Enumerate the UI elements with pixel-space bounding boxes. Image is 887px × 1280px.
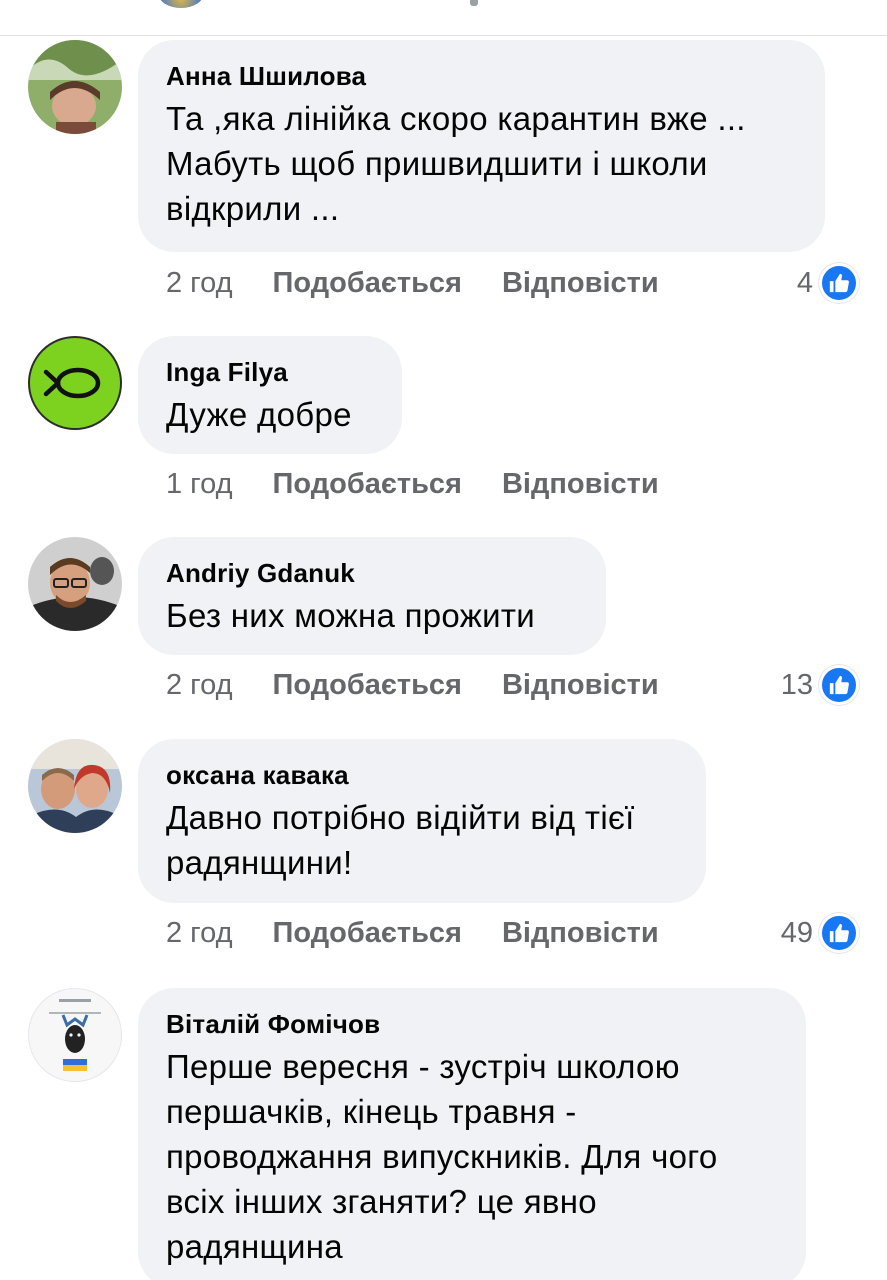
- thumbs-up-icon: [819, 665, 859, 705]
- comment-author[interactable]: оксана кавака: [166, 759, 676, 791]
- comment-text: Перше вересня - зустріч школою першачків…: [166, 1044, 776, 1269]
- comment-text-line: радянщина: [166, 1228, 343, 1265]
- comment-bubble: Віталій Фомічов Перше вересня - зустріч …: [138, 988, 806, 1280]
- like-button[interactable]: Подобається: [273, 267, 462, 300]
- comment-actions: 2 год Подобається Відповісти: [166, 665, 699, 705]
- comment-text-line: Без них можна прожити: [166, 597, 535, 634]
- comment-text-line: Та ,яка лінійка скоро карантин вже ...: [166, 100, 746, 137]
- comment-bubble: оксана кавака Давно потрібно відійти від…: [138, 739, 706, 903]
- reply-button[interactable]: Відповісти: [502, 917, 659, 950]
- avatar[interactable]: [28, 40, 122, 134]
- comment-text-line: першачків, кінець травня -: [166, 1093, 577, 1130]
- like-button[interactable]: Подобається: [273, 669, 462, 702]
- avatar[interactable]: [28, 336, 122, 430]
- reaction-summary[interactable]: 13: [781, 665, 859, 705]
- comment-actions: 2 год Подобається Відповісти: [166, 263, 699, 303]
- reaction-count: 13: [780, 668, 813, 701]
- reaction-summary[interactable]: 49: [781, 913, 859, 953]
- comment-text: Та ,яка лінійка скоро карантин вже ... М…: [166, 96, 795, 231]
- comment-bubble: Andriy Gdanuk Без них можна прожити: [138, 537, 606, 655]
- reply-button[interactable]: Відповісти: [502, 267, 659, 300]
- thumbs-up-icon: [819, 913, 859, 953]
- comment-actions: 1 год Подобається Відповісти: [166, 464, 699, 504]
- comment-bubble: Inga Filya Дуже добре: [138, 336, 402, 454]
- reaction-count: 4: [796, 266, 813, 299]
- comment-actions: 2 год Подобається Відповісти: [166, 913, 699, 953]
- like-button[interactable]: Подобається: [273, 917, 462, 950]
- comment-author[interactable]: Анна Шшилова: [166, 60, 795, 92]
- comment-time[interactable]: 2 год: [166, 267, 233, 300]
- comment-text: Без них можна прожити: [166, 593, 576, 638]
- comment-text-line: Мабуть щоб пришвидшити і школи: [166, 145, 708, 182]
- comment-author[interactable]: Andriy Gdanuk: [166, 557, 576, 589]
- partial-avatar[interactable]: [158, 0, 204, 8]
- comment-text-line: відкрили ...: [166, 190, 340, 227]
- comment-text: Давно потрібно відійти від тієї радянщин…: [166, 795, 676, 885]
- reply-button[interactable]: Відповісти: [502, 669, 659, 702]
- reaction-summary[interactable]: 4: [797, 263, 859, 303]
- comment-text-line: радянщини!: [166, 844, 353, 881]
- partial-icon: [470, 0, 478, 6]
- comment-text-line: проводжання випускників. Для чого: [166, 1138, 718, 1175]
- avatar[interactable]: [28, 739, 122, 833]
- thumbs-up-icon: [819, 263, 859, 303]
- like-button[interactable]: Подобається: [273, 468, 462, 501]
- comment-time[interactable]: 2 год: [166, 917, 233, 950]
- comment-time[interactable]: 1 год: [166, 468, 233, 501]
- comment-text-line: Давно потрібно відійти від тієї: [166, 799, 635, 836]
- reaction-count: 49: [780, 916, 813, 949]
- avatar[interactable]: [28, 988, 122, 1082]
- comment-text-line: всіх інших зганяти? це явно: [166, 1183, 597, 1220]
- comment-author[interactable]: Inga Filya: [166, 356, 372, 388]
- comment-text-line: Перше вересня - зустріч школою: [166, 1048, 680, 1085]
- top-divider: [0, 0, 887, 36]
- comment-author[interactable]: Віталій Фомічов: [166, 1008, 776, 1040]
- comment-time[interactable]: 2 год: [166, 669, 233, 702]
- avatar[interactable]: [28, 537, 122, 631]
- comment-text: Дуже добре: [166, 392, 372, 437]
- reply-button[interactable]: Відповісти: [502, 468, 659, 501]
- comment-text-line: Дуже добре: [166, 396, 352, 433]
- comment-bubble: Анна Шшилова Та ,яка лінійка скоро каран…: [138, 40, 825, 252]
